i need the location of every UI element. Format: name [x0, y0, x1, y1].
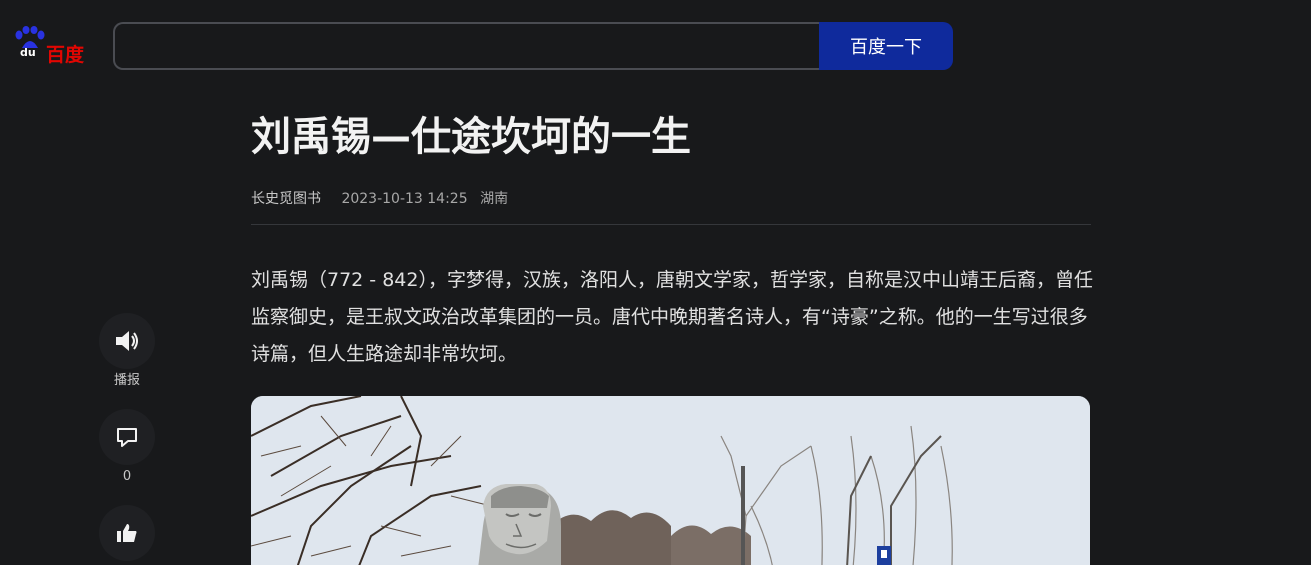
search-bar: 百度一下: [113, 22, 953, 70]
search-input[interactable]: [113, 22, 819, 70]
comment-count: 0: [122, 469, 132, 484]
logo-baidu-text: 百度: [46, 44, 85, 66]
article-meta: 长史觅图书 2023-10-13 14:25 湖南: [251, 188, 508, 208]
like-button[interactable]: [99, 505, 155, 561]
thumbs-up-icon: [117, 524, 137, 542]
broadcast-button[interactable]: [99, 313, 155, 369]
baidu-paw-icon: [15, 26, 45, 48]
publish-datetime: 2023-10-13 14:25: [341, 191, 468, 207]
divider: [251, 224, 1091, 225]
statue-scene-illustration: [251, 396, 1090, 565]
author-name[interactable]: 长史觅图书: [251, 191, 321, 207]
side-action-bar: 播报 0: [99, 313, 155, 561]
article-title: 刘禹锡—仕途坎坷的一生: [251, 114, 691, 160]
publish-location: 湖南: [480, 191, 509, 207]
comment-icon: [117, 428, 137, 447]
baidu-logo[interactable]: i du 百度: [0, 24, 92, 68]
comment-button[interactable]: [99, 409, 155, 465]
speaker-icon: [116, 331, 138, 351]
page: i du 百度 百度一下 刘禹锡—仕途坎坷的一生 长史觅图书 2023-10-1…: [0, 0, 1311, 565]
broadcast-label: 播报: [113, 373, 140, 388]
logo-du-text: du: [20, 46, 36, 59]
article-paragraph: 刘禹锡（772 - 842），字梦得，汉族，洛阳人，唐朝文学家，哲学家，自称是汉…: [251, 269, 1093, 365]
article-image[interactable]: [251, 396, 1090, 565]
search-button[interactable]: 百度一下: [819, 22, 953, 70]
